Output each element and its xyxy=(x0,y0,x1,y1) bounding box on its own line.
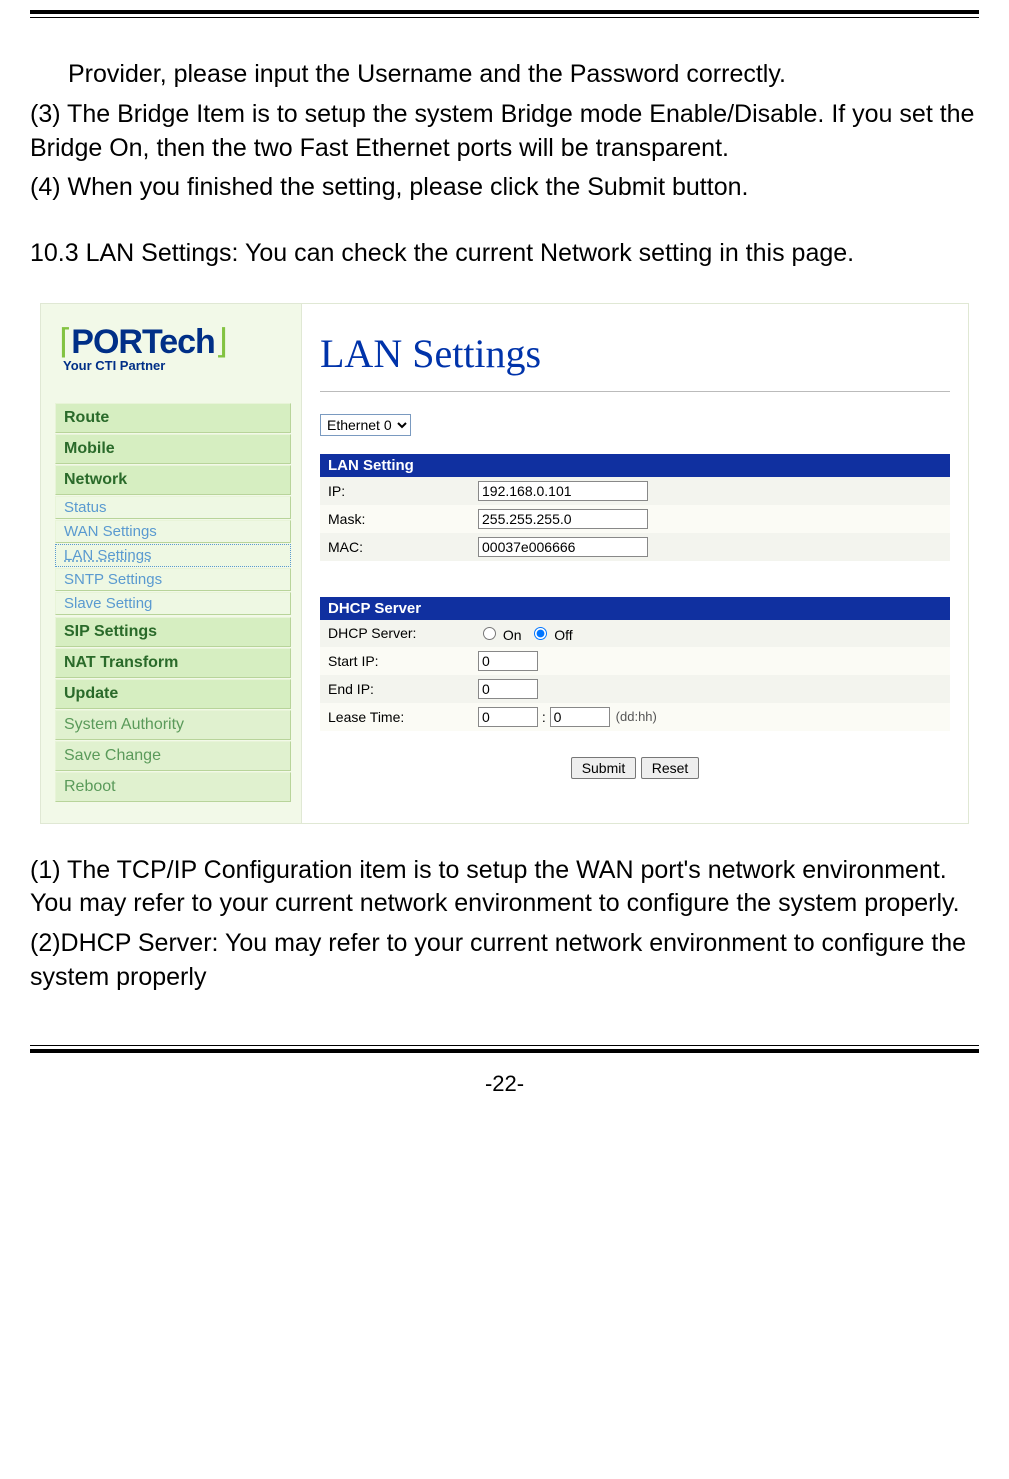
dhcp-off-option[interactable]: Off xyxy=(529,624,572,643)
text-bottom2: (2)DHCP Server: You may refer to your cu… xyxy=(30,927,979,995)
logo-bracket-right: ⌋ xyxy=(215,323,227,361)
ip-input[interactable] xyxy=(478,481,648,501)
nav-network[interactable]: Network xyxy=(55,465,291,495)
nav-route[interactable]: Route xyxy=(55,403,291,433)
lease-dd-input[interactable] xyxy=(478,707,538,727)
text-section-103: 10.3 LAN Settings: You can check the cur… xyxy=(30,235,979,273)
lease-label: Lease Time: xyxy=(328,709,478,725)
nav-mobile[interactable]: Mobile xyxy=(55,434,291,464)
nav: Route Mobile Network Status WAN Settings… xyxy=(55,403,291,802)
ethernet-select[interactable]: Ethernet 0 xyxy=(320,414,411,436)
dhcp-label: DHCP Server: xyxy=(328,625,478,641)
mask-label: Mask: xyxy=(328,511,478,527)
endip-input[interactable] xyxy=(478,679,538,699)
nav-network-sub: Status WAN Settings LAN Settings SNTP Se… xyxy=(55,496,291,615)
sidebar: ⌈PORTech⌋ Your CTI Partner Route Mobile … xyxy=(41,304,301,823)
bottom-rule xyxy=(30,1045,979,1053)
nav-sub-slave[interactable]: Slave Setting xyxy=(55,592,291,615)
dhcp-off-radio[interactable] xyxy=(534,627,547,640)
lan-settings-ui: ⌈PORTech⌋ Your CTI Partner Route Mobile … xyxy=(40,303,969,824)
lease-colon: : xyxy=(538,709,550,725)
top-rule xyxy=(30,10,979,18)
startip-label: Start IP: xyxy=(328,653,478,669)
text-item4: (4) When you finished the setting, pleas… xyxy=(30,171,979,205)
nav-sub-status[interactable]: Status xyxy=(55,496,291,519)
nav-sub-wan[interactable]: WAN Settings xyxy=(55,520,291,543)
text-bottom1: (1) The TCP/IP Configuration item is to … xyxy=(30,854,979,922)
text-provider: Provider, please input the Username and … xyxy=(30,58,979,92)
startip-input[interactable] xyxy=(478,651,538,671)
reset-button[interactable]: Reset xyxy=(641,757,700,779)
lease-hh-input[interactable] xyxy=(550,707,610,727)
endip-label: End IP: xyxy=(328,681,478,697)
nav-sysauth[interactable]: System Authority xyxy=(55,710,291,740)
logo-bracket-left: ⌈ xyxy=(59,323,71,361)
text-item3: (3) The Bridge Item is to setup the syst… xyxy=(30,98,979,166)
nav-nat[interactable]: NAT Transform xyxy=(55,648,291,678)
logo-text: PORTech xyxy=(71,323,215,361)
dhcp-on-option[interactable]: On xyxy=(478,624,522,643)
dhcp-panel: DHCP Server DHCP Server: On Off Start IP… xyxy=(320,597,950,731)
dhcp-on-radio[interactable] xyxy=(483,627,496,640)
dhcp-panel-head: DHCP Server xyxy=(320,597,950,620)
nav-sub-sntp[interactable]: SNTP Settings xyxy=(55,568,291,591)
logo: ⌈PORTech⌋ Your CTI Partner xyxy=(55,322,291,373)
ip-label: IP: xyxy=(328,483,478,499)
lan-panel-head: LAN Setting xyxy=(320,454,950,477)
nav-reboot[interactable]: Reboot xyxy=(55,772,291,802)
submit-button[interactable]: Submit xyxy=(571,757,637,779)
button-row: Submit Reset xyxy=(320,757,950,779)
nav-sub-lan[interactable]: LAN Settings xyxy=(55,544,291,567)
dhcp-on-text: On xyxy=(503,627,522,643)
nav-sip[interactable]: SIP Settings xyxy=(55,617,291,647)
main-panel: LAN Settings Ethernet 0 LAN Setting IP: … xyxy=(301,304,968,823)
mask-input[interactable] xyxy=(478,509,648,529)
lease-hint: (dd:hh) xyxy=(616,709,657,724)
lan-setting-panel: LAN Setting IP: Mask: MAC: xyxy=(320,454,950,561)
page-title: LAN Settings xyxy=(320,330,950,377)
title-divider xyxy=(320,391,950,392)
nav-save[interactable]: Save Change xyxy=(55,741,291,771)
page-number: -22- xyxy=(30,1071,979,1117)
mac-label: MAC: xyxy=(328,539,478,555)
nav-update[interactable]: Update xyxy=(55,679,291,709)
dhcp-off-text: Off xyxy=(554,627,572,643)
mac-input[interactable] xyxy=(478,537,648,557)
